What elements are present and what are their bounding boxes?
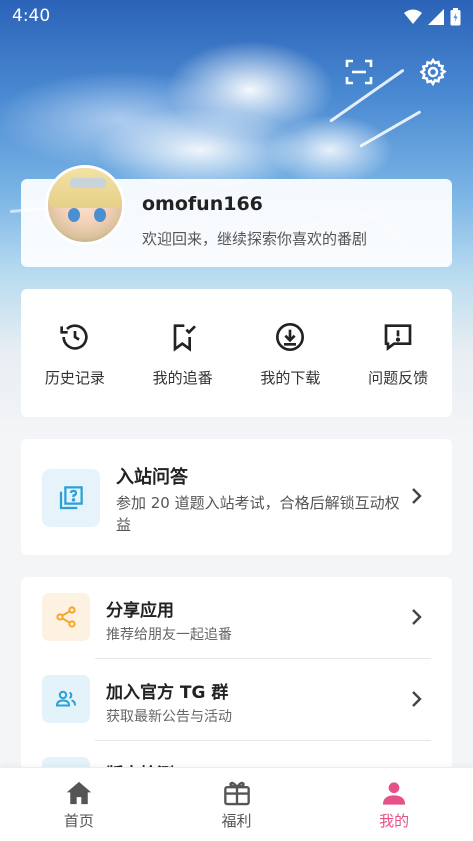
quiz-icon-badge — [42, 469, 100, 527]
avatar-crown — [70, 178, 106, 188]
tab-home-label: 首页 — [63, 812, 94, 830]
status-icons — [404, 8, 461, 26]
avatar-eye — [94, 208, 106, 222]
gear-icon — [419, 57, 447, 87]
bottom-nav: 首页 福利 我的 — [0, 767, 473, 841]
history-button[interactable]: 历史记录 — [21, 289, 129, 417]
avatar[interactable] — [45, 165, 125, 245]
download-icon — [276, 323, 305, 351]
share-icon — [56, 606, 76, 628]
share-icon-badge — [42, 593, 90, 641]
quiz-description: 参加 20 道题入站考试，合格后解锁互动权益 — [116, 494, 400, 534]
share-app-row[interactable]: 分享应用 推荐给朋友一起追番 — [21, 577, 452, 659]
quiz-icon — [59, 486, 83, 510]
header-actions — [343, 56, 449, 88]
signal-icon — [428, 9, 444, 25]
share-app-title: 分享应用 — [106, 601, 174, 621]
feedback-icon — [384, 324, 412, 352]
share-app-subtitle: 推荐给朋友一起追番 — [106, 627, 232, 643]
avatar-eye — [68, 208, 80, 222]
menu-card: 分享应用 推荐给朋友一起追番 加入官方 TG 群 获取最新公告与活动 版本检测 — [21, 577, 452, 777]
bookmark-check-icon — [173, 324, 196, 352]
status-bar: 4:40 — [0, 0, 473, 32]
username: omofun166 — [142, 193, 263, 215]
my-follows-label: 我的追番 — [152, 369, 213, 387]
downloads-label: 我的下载 — [260, 369, 321, 387]
join-tg-subtitle: 获取最新公告与活动 — [106, 709, 232, 725]
history-icon — [60, 324, 88, 350]
tab-home[interactable]: 首页 — [0, 768, 158, 841]
my-follows-button[interactable]: 我的追番 — [129, 289, 237, 417]
tab-benefits[interactable]: 福利 — [158, 768, 316, 841]
chevron-right-icon — [412, 691, 422, 707]
quiz-title: 入站问答 — [116, 467, 188, 488]
group-icon — [55, 690, 76, 707]
group-icon-badge — [42, 675, 90, 723]
feedback-label: 问题反馈 — [368, 369, 429, 387]
chevron-right-icon — [412, 609, 422, 625]
entrance-quiz-card[interactable]: 入站问答 参加 20 道题入站考试，合格后解锁互动权益 — [21, 439, 452, 555]
join-tg-title: 加入官方 TG 群 — [106, 683, 229, 703]
welcome-text: 欢迎回来，继续探索你喜欢的番剧 — [142, 230, 368, 248]
history-label: 历史记录 — [44, 369, 105, 387]
tab-mine[interactable]: 我的 — [315, 768, 473, 841]
home-icon — [66, 781, 92, 805]
battery-icon — [450, 8, 461, 26]
scan-icon — [345, 59, 373, 85]
downloads-button[interactable]: 我的下载 — [237, 289, 345, 417]
tab-mine-label: 我的 — [379, 812, 410, 830]
scan-button[interactable] — [343, 56, 375, 88]
join-tg-row[interactable]: 加入官方 TG 群 获取最新公告与活动 — [21, 659, 452, 741]
quick-actions-card: 历史记录 我的追番 我的下载 问题反馈 — [21, 289, 452, 417]
profile-card[interactable]: omofun166 欢迎回来，继续探索你喜欢的番剧 — [21, 165, 452, 267]
tab-benefits-label: 福利 — [221, 812, 252, 830]
user-icon — [383, 782, 406, 805]
gift-icon — [223, 781, 250, 806]
settings-button[interactable] — [417, 56, 449, 88]
avatar-hair — [48, 168, 122, 208]
chevron-right-icon — [412, 488, 422, 504]
status-time: 4:40 — [12, 6, 51, 26]
wifi-icon — [404, 9, 422, 24]
cloud-streak — [359, 110, 422, 148]
feedback-button[interactable]: 问题反馈 — [344, 289, 452, 417]
